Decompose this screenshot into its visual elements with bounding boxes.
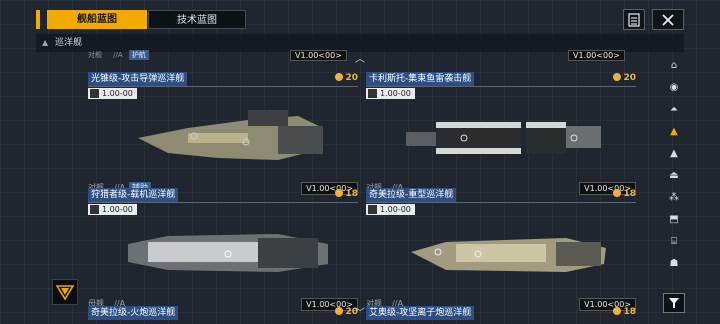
prev-row-version-left: V1.00<00> xyxy=(290,50,347,61)
cost-coin-icon xyxy=(613,73,622,81)
carrier-icon[interactable]: ⏏ xyxy=(664,166,684,184)
missile-icon xyxy=(90,89,99,98)
tab-tech-blueprints[interactable]: 技术蓝图 xyxy=(148,10,246,29)
divider xyxy=(366,202,636,203)
scroll-down-icon[interactable]: ﹀ xyxy=(355,304,365,319)
cost-coin-icon xyxy=(335,189,344,197)
document-button[interactable] xyxy=(623,9,645,30)
divider xyxy=(88,86,358,87)
cost-value: 20 xyxy=(623,73,636,83)
torpedo-icon xyxy=(368,89,377,98)
document-icon xyxy=(628,12,640,27)
ship-name: 卡利斯托-集束鱼雷袭击舰 xyxy=(366,72,475,86)
corvette-icon[interactable]: ⬒ xyxy=(664,210,684,228)
prev-row-fragment: 对舰 //A 护航 xyxy=(88,50,149,60)
prev-version-right: V1.00<00> xyxy=(568,50,625,61)
ship-card[interactable]: 卡利斯托-集束鱼雷袭击舰 20 1.00-00 对舰 //A V1.00<00> xyxy=(366,72,636,195)
cruiser-icon[interactable]: ▲ xyxy=(664,122,684,140)
hull-icon[interactable]: ⌂ xyxy=(664,56,684,74)
ship-cost: 18 xyxy=(335,189,358,199)
frigate-icon[interactable]: ◉ xyxy=(664,78,684,96)
ship-cost: 20 xyxy=(613,73,636,83)
top-bar: 舰船蓝图 技术蓝图 xyxy=(0,0,720,34)
ship-card[interactable]: 狩猎者级-载机巡洋舰 18 1.00-00 母舰 //A V1.00<00> xyxy=(88,188,358,311)
filter-button[interactable] xyxy=(663,293,685,313)
ship-blueprint-image xyxy=(406,122,601,154)
station-icon[interactable]: ⌸ xyxy=(664,232,684,250)
emblem-icon xyxy=(56,285,74,300)
ship-cost: 20 xyxy=(335,73,358,83)
ship-card[interactable]: 奇美拉级-重型巡洋舰 18 1.00-00 对舰 //A V1.00<00> xyxy=(366,188,636,311)
ship-name: 艾奥级-攻坚离子炮巡洋舰 xyxy=(366,306,475,320)
prev-role-code: //A xyxy=(113,51,123,59)
ship-cost: 18 xyxy=(613,189,636,199)
prev-version-left: V1.00<00> xyxy=(290,50,347,61)
battlecruiser-icon[interactable]: ▲ xyxy=(664,144,684,162)
cost-coin-icon xyxy=(335,73,344,81)
ship-blueprint-image xyxy=(138,110,323,160)
prev-tag: 护航 xyxy=(128,50,149,60)
ship-name: 光锥级-攻击导弹巡洋舰 xyxy=(88,72,188,86)
section-title: 巡洋舰 xyxy=(55,38,83,48)
ship-type-filter-rail: ⌂ ◉ ⏶ ▲ ▲ ⏏ ⁂ ⬒ ⌸ ☗ xyxy=(662,54,686,312)
tab-marker xyxy=(36,10,40,29)
ship-name: 奇美拉级-重型巡洋舰 xyxy=(366,188,457,202)
ship-blueprint-image xyxy=(128,234,328,272)
prev-role: 对舰 xyxy=(88,51,102,59)
misc-icon[interactable]: ☗ xyxy=(664,254,684,272)
ship-name: 狩猎者级-载机巡洋舰 xyxy=(88,188,179,202)
tab-ship-blueprints[interactable]: 舰船蓝图 xyxy=(47,10,147,29)
fleet-emblem[interactable] xyxy=(52,279,78,305)
cost-coin-icon xyxy=(613,307,622,315)
divider xyxy=(366,86,636,87)
destroyer-icon[interactable]: ⏶ xyxy=(664,100,684,118)
cost-coin-icon xyxy=(613,189,622,197)
cost-coin-icon xyxy=(335,307,344,315)
section-triangle-icon: ▲ xyxy=(42,38,49,47)
cost-value: 18 xyxy=(345,189,358,199)
ship-cost: 18 xyxy=(613,307,636,317)
filter-icon xyxy=(669,298,679,308)
prev-row-version-right: V1.00<00> xyxy=(568,50,625,61)
heavy-cruiser-icon xyxy=(368,205,377,214)
ship-card[interactable]: 奇美拉级-火炮巡洋舰 20 xyxy=(88,306,358,322)
close-button[interactable] xyxy=(652,9,684,30)
ship-card[interactable]: 光锥级-攻击导弹巡洋舰 20 1.00-00 对舰 //A辅助 V1.00<00… xyxy=(88,72,358,195)
cost-value: 20 xyxy=(345,73,358,83)
carrier-icon xyxy=(90,205,99,214)
ship-card[interactable]: 艾奥级-攻坚离子炮巡洋舰 18 xyxy=(366,306,636,322)
ship-name: 奇美拉级-火炮巡洋舰 xyxy=(88,306,179,320)
ship-blueprint-image xyxy=(411,238,606,272)
auxiliary-icon[interactable]: ⁂ xyxy=(664,188,684,206)
divider xyxy=(88,202,358,203)
scroll-up-icon[interactable]: ︿ xyxy=(355,50,365,65)
cost-value: 18 xyxy=(623,189,636,199)
cost-value: 18 xyxy=(623,307,636,317)
close-icon xyxy=(662,13,674,26)
